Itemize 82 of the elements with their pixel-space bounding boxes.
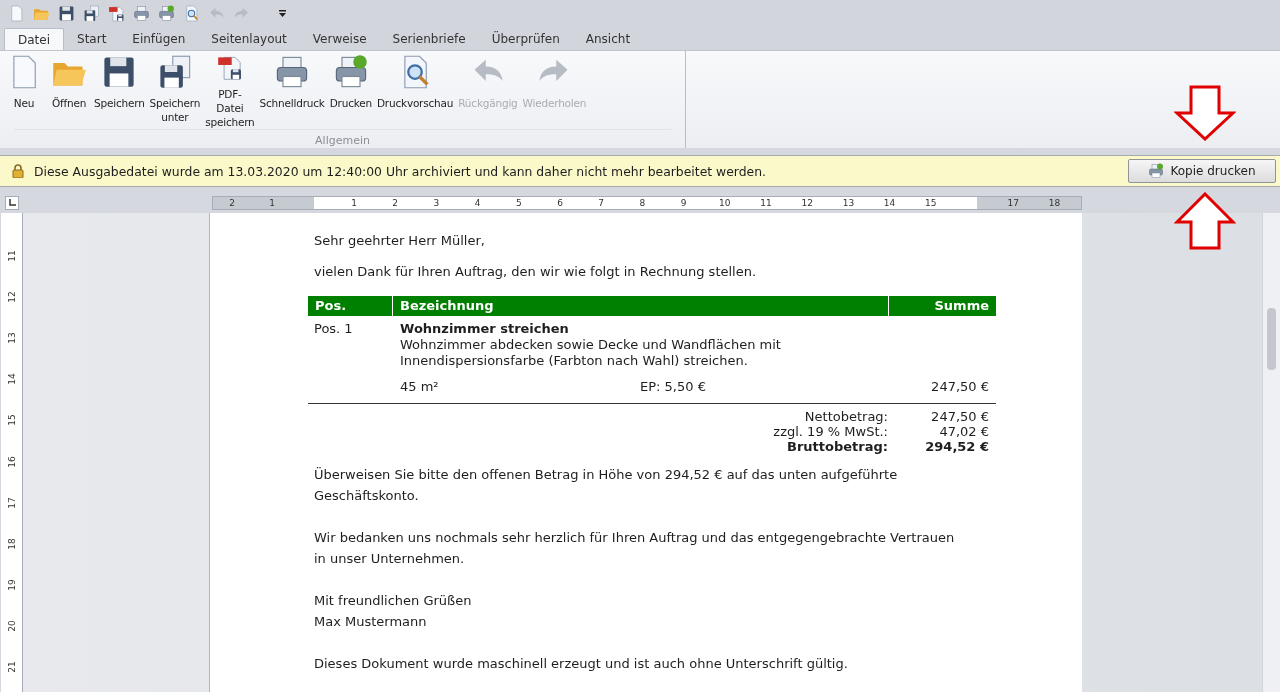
intro-text: vielen Dank für Ihren Auftrag, den wir wie folgt in Rechnung stellen. [314,263,758,281]
pdf-file-icon[interactable] [107,5,125,22]
ruler-number: 5 [515,197,522,209]
customize-dropdown-icon[interactable] [278,10,287,17]
ruler-number: 16 [6,455,17,468]
total-value: 247,50 € [930,409,990,424]
ruler-number: 6 [557,197,563,209]
paragraph-text: Dieses Dokument wurde maschinell erzeugt und ist auch ohne Unterschrift gültig. [314,655,849,673]
ruler-number: 7 [598,197,605,209]
ribbon-button[interactable]: PDF-Datei speichern [203,51,257,129]
ruler-number: 13 [6,332,17,344]
ribbon-tab[interactable]: Ansicht [572,28,644,50]
salutation-text: Sehr geehrter Herr Müller, [314,232,486,250]
printer-question-icon [1148,163,1165,179]
paragraph-text: Mit freundlichen Grüßen Max Mustermann [314,592,473,631]
ruler-number: 17 [1007,197,1019,209]
ruler-number: 11 [6,249,17,262]
floppy-disks-icon[interactable] [82,5,100,22]
column-header: Pos. [308,296,393,316]
ruler-number: 18 [1048,197,1061,209]
printer-question-icon[interactable] [157,5,175,22]
ruler-number: 1 [269,197,275,209]
unit-price-text: EP: 5,50 € [640,379,706,395]
total-label: Nettobetrag: [804,409,888,424]
ribbon-tab[interactable]: Überprüfen [478,28,573,50]
ribbon-tab[interactable]: Einfügen [119,28,199,50]
ruler-number: 13 [842,197,855,209]
ribbon-button[interactable]: Öffnen [47,51,91,129]
ruler-number: 14 [6,373,17,385]
total-label: Bruttobetrag: [787,439,888,454]
table-cell-text: 247,50 € [930,379,990,395]
ruler-number: 18 [6,538,17,550]
vertical-scrollbar[interactable] [1262,213,1280,692]
paragraph-text: Wir bedanken uns nochmals sehr herzlich für Ihren Auftrag und das entgegengebrachte Vertrauen in unser Unternehmen. [314,529,956,568]
ruler-number: 9 [680,197,687,209]
item-title: Wohnzimmer streichen [400,321,570,337]
print-copy-button[interactable]: Kopie drucken [1128,159,1276,183]
tab-stop-icon [5,196,19,210]
ruler-number: 12 [6,291,17,303]
ruler-number: 1 [351,197,357,209]
scrollbar-thumb[interactable] [1267,308,1276,370]
ribbon-button[interactable]: Schnelldruck [257,51,327,129]
ruler-number: 19 [6,579,17,591]
total-label: zzgl. 19 % MwSt.: [773,424,888,439]
table-cell-text: Pos. 1 [313,321,354,338]
info-message: Diese Ausgabedatei wurde am 13.03.2020 um 12:40:00 Uhr archiviert und kann daher nicht mehr bearbeitet werden. [34,163,767,179]
total-value: 294,52 € [924,439,990,454]
printer-icon[interactable] [132,5,150,22]
ruler-number: 8 [639,197,646,209]
ruler-number: 14 [883,197,896,209]
column-header: Summe [933,297,990,315]
item-description: Wohnzimmer abdecken sowie Decke und Wandflächen mit Innendispersionsfarbe (Farbton nach Wahl) streichen. [400,337,782,369]
ribbon-tab[interactable]: Verweise [299,28,380,50]
down-arrow-icon [1174,85,1236,141]
ruler-number: 2 [392,197,399,209]
ribbon-tab[interactable]: Serienbriefe [379,28,479,50]
ruler-number: 12 [801,197,813,209]
ruler-number: 10 [719,197,731,209]
group-label: Allgemein [14,129,671,147]
ribbon-tab[interactable]: Seitenlayout [198,28,300,50]
ribbon-tab[interactable]: Datei [4,28,64,50]
ruler-number: 17 [6,497,17,509]
lock-icon [12,164,24,178]
ruler-number: 20 [6,620,17,632]
total-value: 47,02 € [938,424,990,439]
ruler-number: 4 [474,197,481,209]
ribbon-button[interactable]: Speichern [92,51,147,129]
ruler-number: 21 [6,661,17,674]
ribbon-button[interactable]: Speichern unter [147,51,203,129]
ribbon-button[interactable]: Neu [2,51,46,129]
ribbon-tab[interactable]: Start [64,28,120,50]
ribbon-button[interactable]: Drucken [327,51,374,129]
ruler-number: 15 [925,197,937,209]
up-arrow-icon [1174,192,1236,250]
quantity-text: 45 m² [400,379,440,395]
paragraph-text: Überweisen Sie bitte den offenen Betrag in Höhe von 294,52 € auf das unten aufgeführte Geschäftskonto. [314,466,899,505]
ruler-number: 2 [229,197,235,209]
ruler-number: 3 [433,197,440,209]
ribbon-button[interactable]: Druckvorschau [374,51,456,129]
column-header: Bezeichnung [393,296,889,316]
ruler-number: 11 [760,197,772,209]
ruler-number: 15 [6,414,17,427]
